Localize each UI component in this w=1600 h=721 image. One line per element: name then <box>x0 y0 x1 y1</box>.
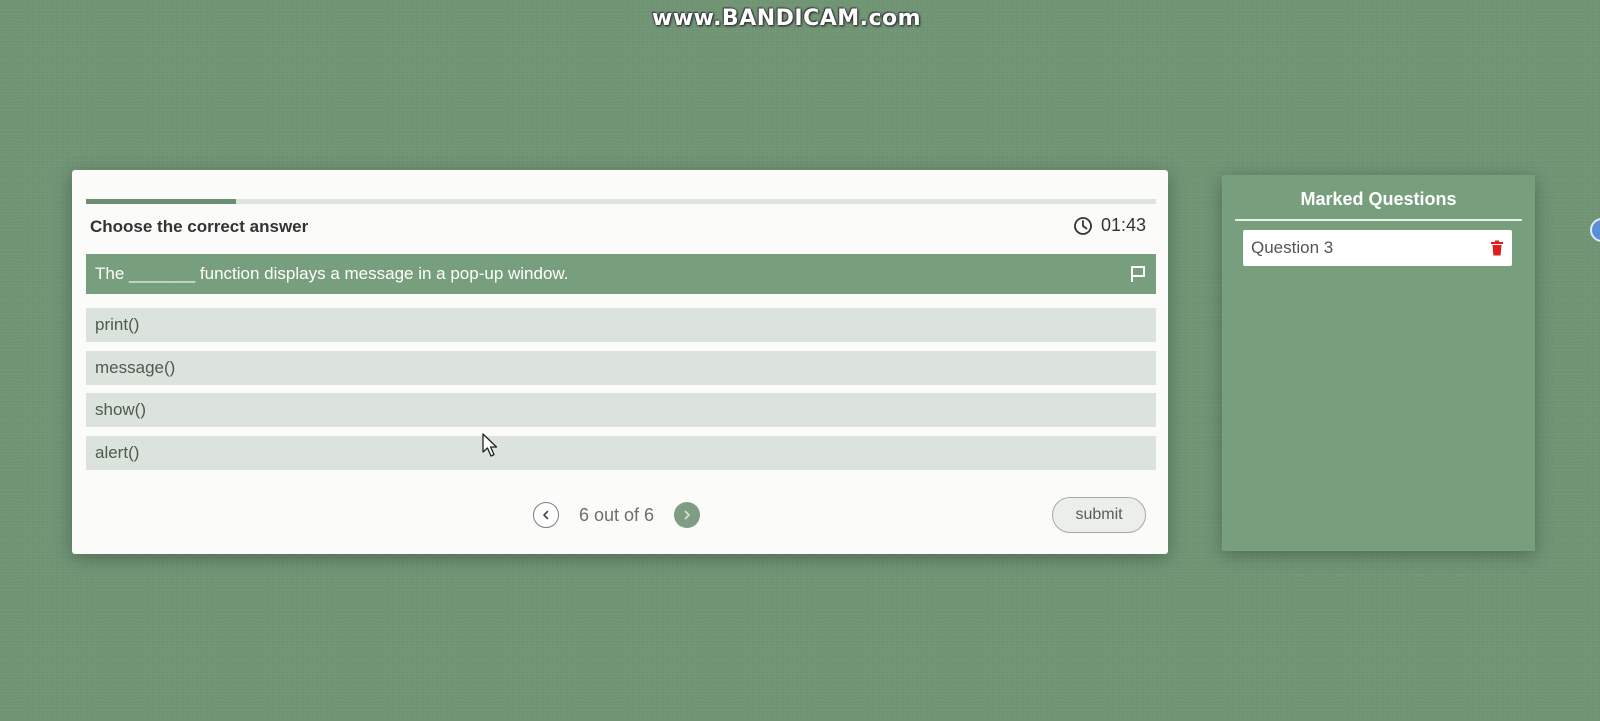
next-question-button[interactable] <box>674 502 701 528</box>
instruction-heading: Choose the correct answer <box>90 217 309 236</box>
chevron-left-icon <box>543 510 549 520</box>
question-text: The _______ function displays a message … <box>95 264 569 283</box>
mouse-cursor-icon <box>482 433 498 457</box>
question-text-bar: The _______ function displays a message … <box>86 254 1156 294</box>
answer-option-3[interactable]: show() <box>86 393 1156 427</box>
progress-fill <box>86 199 236 204</box>
pagination: 6 out of 6 <box>533 502 701 528</box>
marked-questions-panel: Marked Questions Question 3 <box>1222 175 1535 551</box>
chevron-right-icon <box>684 510 690 520</box>
timer: 01:43 <box>1073 215 1146 236</box>
clock-icon <box>1074 216 1092 235</box>
recording-watermark: www.BANDICAM.com <box>652 6 922 31</box>
answer-option-label: message() <box>95 358 176 377</box>
progress-bar <box>86 199 1156 204</box>
edge-badge-icon <box>1590 218 1600 242</box>
submit-button[interactable]: submit <box>1052 497 1146 533</box>
divider <box>1235 219 1522 221</box>
answer-option-1[interactable]: print() <box>86 308 1156 342</box>
trash-icon[interactable] <box>1490 240 1504 256</box>
quiz-card: Choose the correct answer 01:43 The ____… <box>72 170 1168 554</box>
answer-option-4[interactable]: alert() <box>86 436 1156 470</box>
timer-value: 01:43 <box>1100 215 1146 235</box>
answer-option-label: print() <box>95 315 140 334</box>
answer-option-label: show() <box>95 400 147 419</box>
flag-icon[interactable] <box>1128 264 1148 284</box>
previous-question-button[interactable] <box>533 502 559 528</box>
answer-option-2[interactable]: message() <box>86 351 1156 385</box>
marked-question-label: Question 3 <box>1251 238 1334 257</box>
answer-option-label: alert() <box>95 443 140 462</box>
marked-questions-title: Marked Questions <box>1300 189 1457 209</box>
page-indicator: 6 out of 6 <box>579 504 655 525</box>
marked-question-item[interactable]: Question 3 <box>1243 230 1512 266</box>
